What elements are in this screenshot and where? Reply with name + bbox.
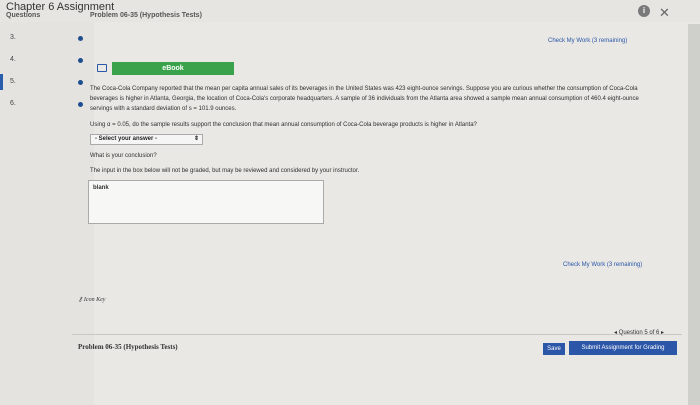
question-number: 4. [10,56,16,63]
status-dot-icon [78,58,83,63]
icon-key-label: Icon Key [83,297,106,303]
conclusion-prompt: What is your conclusion? [90,153,157,159]
save-button[interactable]: Save [543,343,565,355]
footer-divider [72,334,682,335]
book-icon [97,64,107,72]
sidebar-item-5[interactable]: 5. [0,72,94,94]
ebook-button[interactable]: eBook [112,62,234,75]
conclusion-textarea[interactable]: blank [88,180,324,224]
close-icon[interactable]: ✕ [659,5,670,21]
answer-select[interactable]: - Select your answer - ⇕ [90,134,203,145]
question-prompt: Using α = 0.05, do the sample results su… [90,122,477,128]
chevron-down-icon: ⇕ [193,136,199,142]
tab-problem[interactable]: Problem 06-35 (Hypothesis Tests) [90,12,202,19]
status-dot-icon [78,36,83,41]
active-marker [0,74,3,90]
status-dot-icon [78,80,83,85]
sidebar-item-4[interactable]: 4. [0,50,94,72]
ungraded-note: The input in the box below will not be g… [90,168,360,174]
footer-problem-title: Problem 06-35 (Hypothesis Tests) [78,343,178,351]
question-pager[interactable]: ◂ Question 5 of 6 ▸ [614,329,664,336]
question-number: 5. [10,78,16,85]
window-titlebar: Chapter 6 Assignment Questions Problem 0… [0,0,700,22]
check-my-work-link-bottom[interactable]: Check My Work (3 remaining) [563,262,642,268]
info-icon[interactable]: i [638,5,650,17]
problem-statement: The Coca-Cola Company reported that the … [90,86,639,112]
question-number: 6. [10,100,16,107]
sidebar-item-6[interactable]: 6. [0,94,94,116]
select-value: - Select your answer - [95,136,158,142]
submit-assignment-button[interactable]: Submit Assignment for Grading [569,341,677,355]
icon-key-link[interactable]: ⚷ Icon Key [78,296,105,303]
window-edge [688,24,700,405]
check-my-work-link-top[interactable]: Check My Work (3 remaining) [548,38,627,44]
question-number: 3. [10,34,16,41]
sidebar-item-3[interactable]: 3. [0,28,94,50]
status-dot-icon [78,102,83,107]
tab-questions[interactable]: Questions [6,12,40,19]
